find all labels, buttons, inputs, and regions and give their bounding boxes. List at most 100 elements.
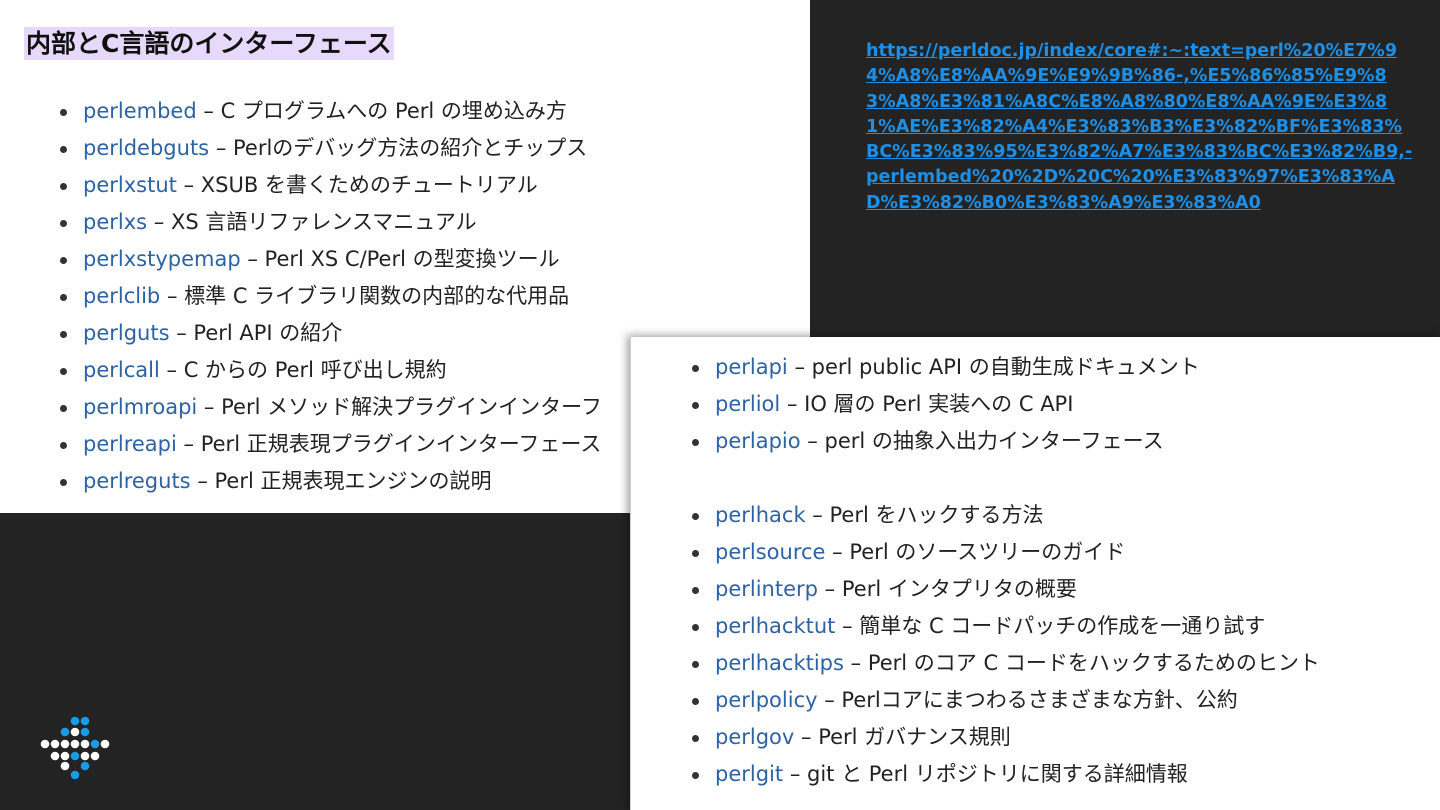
bullet-icon	[60, 479, 67, 486]
list-item: perlreguts – Perl 正規表現エンジンの説明	[60, 463, 602, 500]
bullet-icon	[60, 331, 67, 338]
separator: –	[183, 432, 195, 456]
doc-description: Perl 正規表現プラグインインターフェース	[200, 432, 602, 456]
bullet-icon	[60, 405, 67, 412]
doc-link[interactable]: perlreguts	[83, 469, 191, 493]
doc-link[interactable]: perlinterp	[715, 577, 818, 601]
bullet-icon	[692, 772, 699, 779]
doc-link[interactable]: perlxs	[83, 210, 147, 234]
bullet-icon	[692, 402, 699, 409]
doc-description: C からの Perl 呼び出し規約	[183, 358, 447, 382]
doc-link[interactable]: perlxstypemap	[83, 247, 241, 271]
logo-dot	[60, 727, 70, 737]
logo-dot	[80, 739, 90, 749]
doc-link[interactable]: perlmroapi	[83, 395, 197, 419]
logo-dot	[50, 751, 60, 761]
doc-description: Perl のコア C コードをハックするためのヒント	[867, 651, 1320, 675]
list-item: perlreapi – Perl 正規表現プラグインインターフェース	[60, 426, 602, 463]
bullet-icon	[692, 698, 699, 705]
doc-description: XSUB を書くためのチュートリアル	[200, 173, 538, 197]
list-item: perlpolicy – Perlコアにまつわるさまざまな方針、公約	[692, 682, 1320, 719]
left-doc-list: perlembed – C プログラムへの Perl の埋め込み方 perldeb…	[60, 93, 602, 500]
separator: –	[832, 540, 843, 564]
separator: –	[842, 614, 853, 638]
logo-dot	[80, 751, 90, 761]
logo-dot	[80, 716, 90, 726]
bullet-icon	[60, 294, 67, 301]
logo-dot	[60, 751, 70, 761]
bullet-icon	[692, 439, 699, 446]
bullet-icon	[692, 587, 699, 594]
doc-link[interactable]: perlguts	[83, 321, 170, 345]
logo-dot	[80, 727, 90, 737]
separator: –	[850, 651, 862, 675]
doc-link[interactable]: perlapi	[715, 355, 788, 379]
logo-dot	[80, 761, 90, 771]
doc-description: Perl のソースツリーのガイド	[849, 540, 1126, 564]
separator: –	[801, 725, 812, 749]
dot-grid-logo-icon	[40, 716, 110, 779]
separator: –	[786, 392, 798, 416]
doc-link[interactable]: perlsource	[715, 540, 825, 564]
doc-link[interactable]: perlgov	[715, 725, 794, 749]
separator: –	[166, 284, 178, 308]
list-item: perlhacktips – Perl のコア C コードをハックするためのヒン…	[692, 645, 1320, 682]
bullet-icon	[60, 109, 67, 116]
doc-link[interactable]: perlapio	[715, 429, 801, 453]
list-item: perlguts – Perl API の紹介	[60, 315, 602, 352]
logo-dot	[100, 739, 110, 749]
doc-link[interactable]: perliol	[715, 392, 780, 416]
doc-link[interactable]: perlhacktips	[715, 651, 844, 675]
bullet-icon	[692, 365, 699, 372]
logo-dot	[60, 761, 70, 771]
bullet-icon	[60, 368, 67, 375]
separator: –	[247, 247, 258, 271]
right-doc-list-bottom: perlhack – Perl をハックする方法 perlsource – Per…	[692, 497, 1320, 793]
doc-description: C プログラムへの Perl の埋め込み方	[220, 99, 567, 123]
doc-link[interactable]: perlhack	[715, 503, 806, 527]
bullet-icon	[692, 624, 699, 631]
bullet-icon	[60, 183, 67, 190]
logo-dot	[70, 770, 80, 779]
doc-link[interactable]: perlclib	[83, 284, 160, 308]
bullet-icon	[60, 442, 67, 449]
separator: –	[166, 358, 178, 382]
separator: –	[176, 321, 187, 345]
doc-link[interactable]: perldebguts	[83, 136, 209, 160]
logo-dot	[40, 739, 50, 749]
doc-description: perl の抽象入出力インターフェース	[824, 429, 1164, 453]
url-link[interactable]: https://perldoc.jp/index/core#:~:text=pe…	[866, 39, 1414, 216]
separator: –	[824, 688, 835, 712]
list-item: perlclib – 標準 C ライブラリ関数の内部的な代用品	[60, 278, 602, 315]
doc-link[interactable]: perlembed	[83, 99, 197, 123]
list-item: perlxstut – XSUB を書くためのチュートリアル	[60, 167, 602, 204]
doc-description: git と Perl リポジトリに関する詳細情報	[807, 762, 1188, 786]
doc-description: 標準 C ライブラリ関数の内部的な代用品	[184, 284, 570, 308]
doc-link[interactable]: perlcall	[83, 358, 160, 382]
doc-link[interactable]: perlxstut	[83, 173, 177, 197]
list-item: perlgov – Perl ガバナンス規則	[692, 719, 1320, 756]
list-item: perlinterp – Perl インタプリタの概要	[692, 571, 1320, 608]
doc-link[interactable]: perlhacktut	[715, 614, 835, 638]
list-item: perlsource – Perl のソースツリーのガイド	[692, 534, 1320, 571]
bullet-icon	[692, 550, 699, 557]
doc-description: Perlのデバッグ方法の紹介とチップス	[233, 136, 588, 160]
doc-description: Perl XS C/Perl の型変換ツール	[264, 247, 560, 271]
logo-dot	[70, 716, 80, 726]
list-item: perlapi – perl public API の自動生成ドキュメント	[692, 349, 1200, 386]
doc-description: Perl ガバナンス規則	[818, 725, 1011, 749]
doc-link[interactable]: perlpolicy	[715, 688, 818, 712]
separator: –	[183, 173, 195, 197]
separator: –	[153, 210, 165, 234]
list-item: perlxs – XS 言語リファレンスマニュアル	[60, 204, 602, 241]
separator: –	[203, 395, 215, 419]
doc-description: Perl メソッド解決プラグインインターフ	[221, 395, 602, 419]
logo-dot	[90, 739, 100, 749]
doc-description: Perl インタプリタの概要	[841, 577, 1077, 601]
logo-dot	[50, 739, 60, 749]
doc-link[interactable]: perlreapi	[83, 432, 177, 456]
list-item: perlhack – Perl をハックする方法	[692, 497, 1320, 534]
logo-dot	[70, 727, 80, 737]
logo-dot	[90, 751, 100, 761]
doc-link[interactable]: perlgit	[715, 762, 783, 786]
